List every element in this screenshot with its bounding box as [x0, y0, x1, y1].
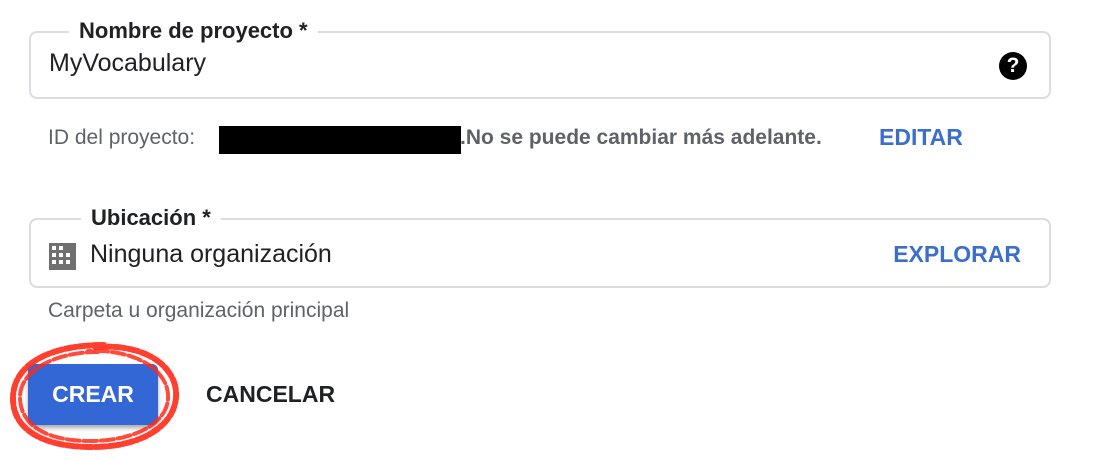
project-id-prefix: ID del proyecto:	[48, 126, 196, 149]
create-button[interactable]: CREAR	[28, 364, 158, 425]
location-value: Ninguna organización	[90, 240, 332, 268]
redacted-project-id	[219, 126, 461, 154]
cancel-button[interactable]: CANCELAR	[190, 364, 351, 425]
project-name-field[interactable]: Nombre de proyecto * ?	[29, 16, 1051, 99]
project-name-label: Nombre de proyecto *	[69, 16, 318, 46]
project-name-input[interactable]	[49, 49, 949, 78]
location-field[interactable]: Ubicación * Ninguna organización EXPLORA…	[29, 203, 1051, 288]
location-label: Ubicación *	[81, 203, 221, 233]
location-hint: Carpeta u organización principal	[48, 299, 350, 322]
building-icon	[49, 243, 76, 270]
help-circle-icon[interactable]: ?	[999, 52, 1027, 80]
edit-project-id-button[interactable]: EDITAR	[879, 124, 963, 151]
explore-button[interactable]: EXPLORAR	[893, 241, 1021, 268]
project-id-note: .No se puede cambiar más adelante.	[460, 126, 822, 149]
